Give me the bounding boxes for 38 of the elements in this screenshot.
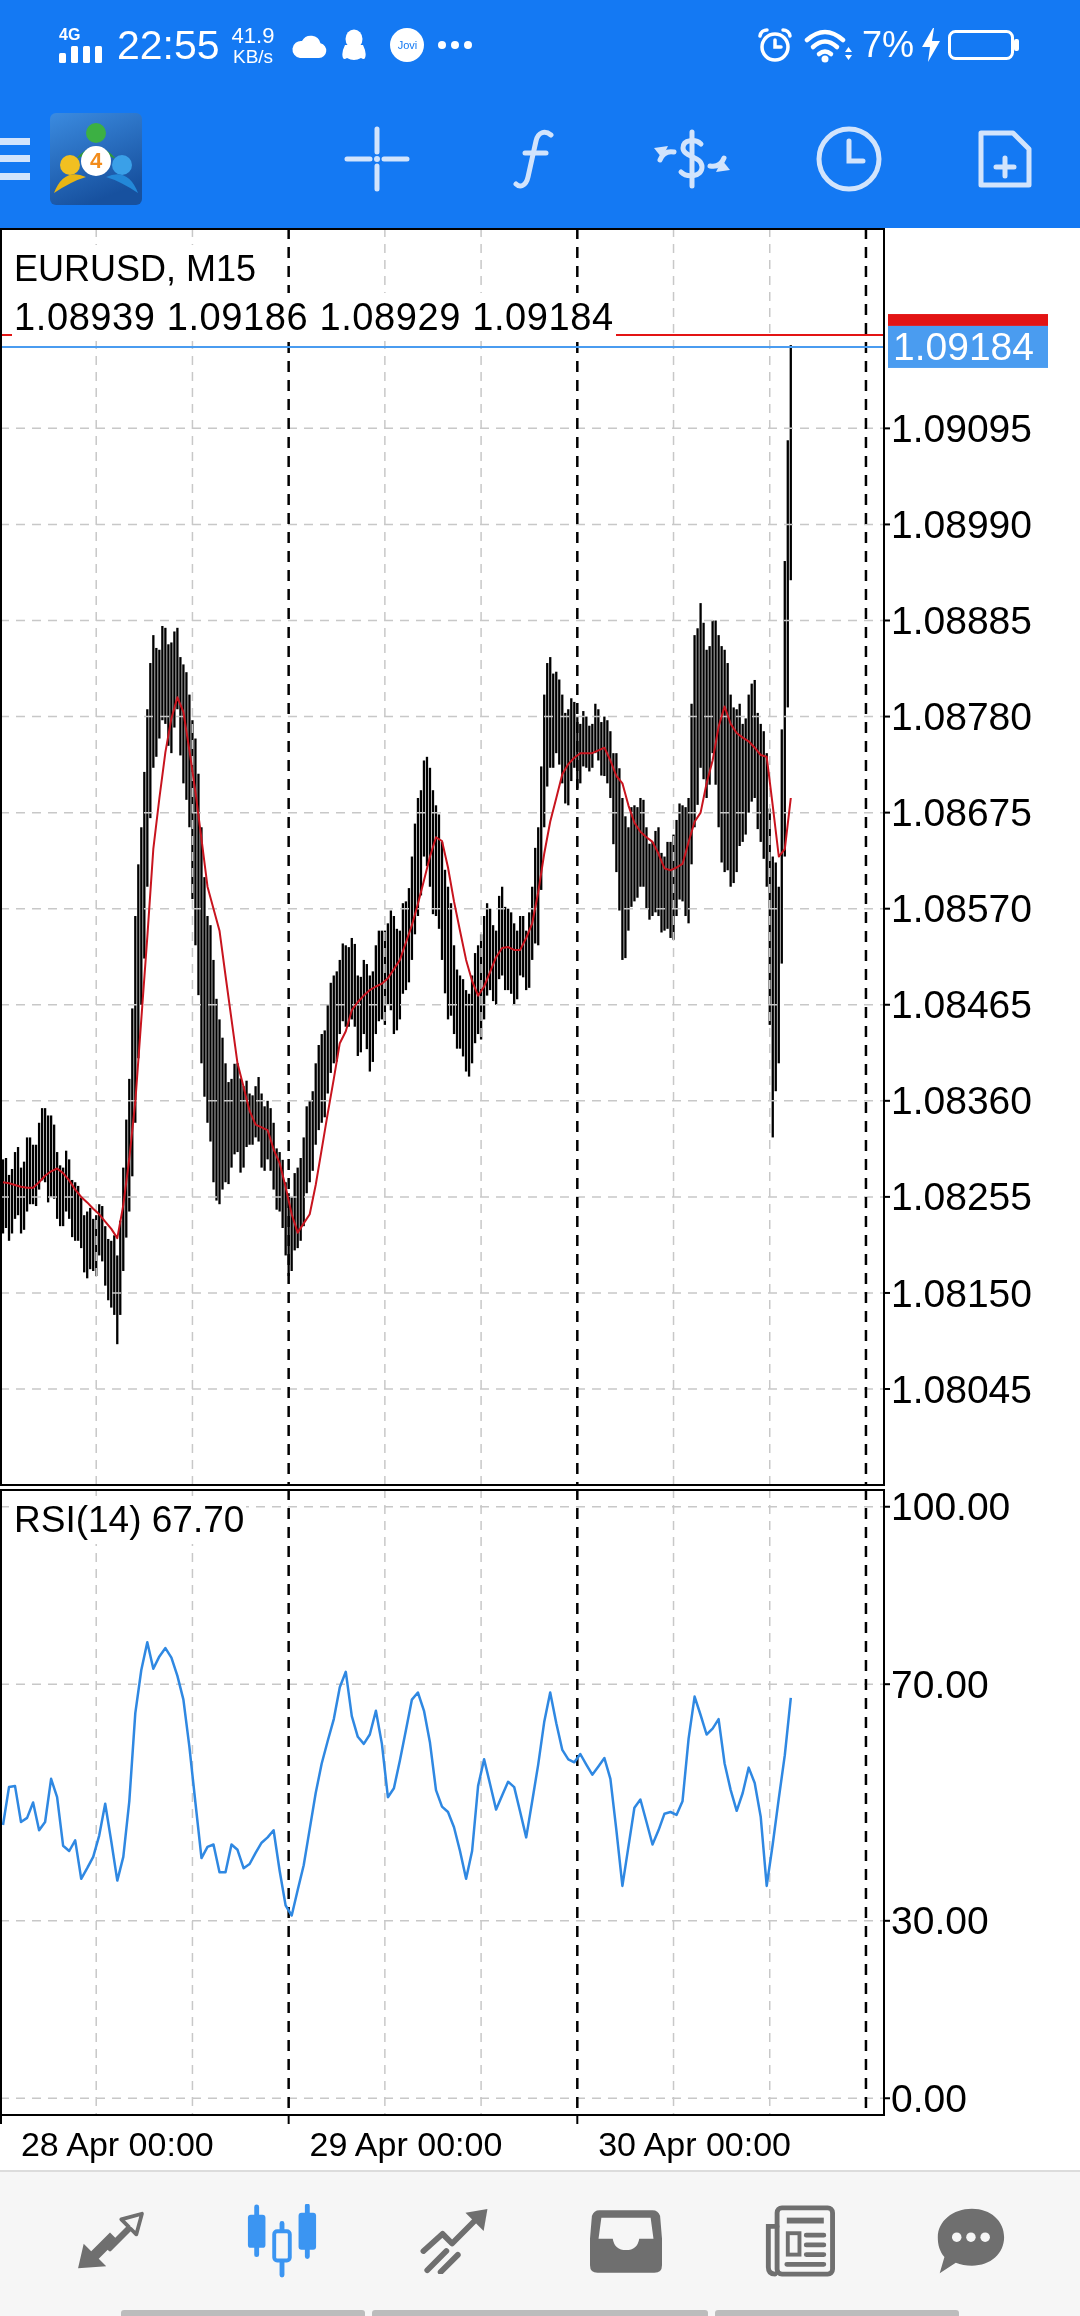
- date-label: 28 Apr 00:00: [20, 2125, 214, 2163]
- price-axis-label: 1.08570: [891, 887, 1032, 931]
- price-axis-label: 1.09095: [891, 406, 1032, 450]
- signal-icon: [59, 45, 103, 63]
- speed-unit: KB/s: [232, 46, 274, 67]
- alarm-clock-icon: [756, 27, 793, 63]
- function-icon[interactable]: [513, 129, 555, 189]
- price-axis-label: 1.08990: [891, 502, 1032, 546]
- price-axis-label: 1.08675: [891, 791, 1032, 835]
- app-badge: Jovi: [390, 28, 425, 62]
- battery-percent: 7%: [861, 24, 914, 66]
- network-speed: 41.9: [231, 23, 275, 47]
- date-label: 29 Apr 00:00: [309, 2125, 503, 2163]
- price-axis-label: 1.08885: [891, 599, 1032, 642]
- network-type: 4G: [59, 27, 81, 42]
- price-axis-label: 1.08780: [891, 695, 1032, 739]
- bid-price-tag: 1.09184: [888, 325, 1048, 369]
- menu-icon[interactable]: [0, 138, 30, 180]
- more-icon: [438, 41, 473, 49]
- date-label: 30 Apr 00:00: [598, 2125, 791, 2163]
- clock-time: 22:55: [117, 21, 220, 69]
- dollar-arrows-icon[interactable]: [652, 128, 732, 190]
- price-axis-label: 1.08465: [891, 983, 1032, 1027]
- rsi-axis-label: 100.00: [891, 1489, 1011, 1529]
- price-axis-label: 1.08045: [891, 1367, 1032, 1411]
- price-axis-label: 1.08360: [891, 1079, 1032, 1123]
- inbox-icon[interactable]: [590, 2208, 662, 2274]
- battery-icon: [948, 30, 1020, 60]
- rsi-axis-label: 0.00: [891, 2076, 967, 2120]
- wifi-icon: [802, 27, 853, 63]
- rsi-axis-label: 70.00: [891, 1662, 989, 1706]
- crosshair-icon[interactable]: [344, 126, 410, 192]
- price-axis-label: 1.08255: [891, 1175, 1032, 1219]
- clock-icon[interactable]: [816, 126, 882, 192]
- ohlc-values: 1.08939 1.09186 1.08929 1.09184: [12, 293, 616, 341]
- document-plus-icon[interactable]: [977, 129, 1033, 189]
- rsi-axis-label: 30.00: [891, 1899, 989, 1943]
- price-axis-label: 1.08150: [891, 1271, 1032, 1315]
